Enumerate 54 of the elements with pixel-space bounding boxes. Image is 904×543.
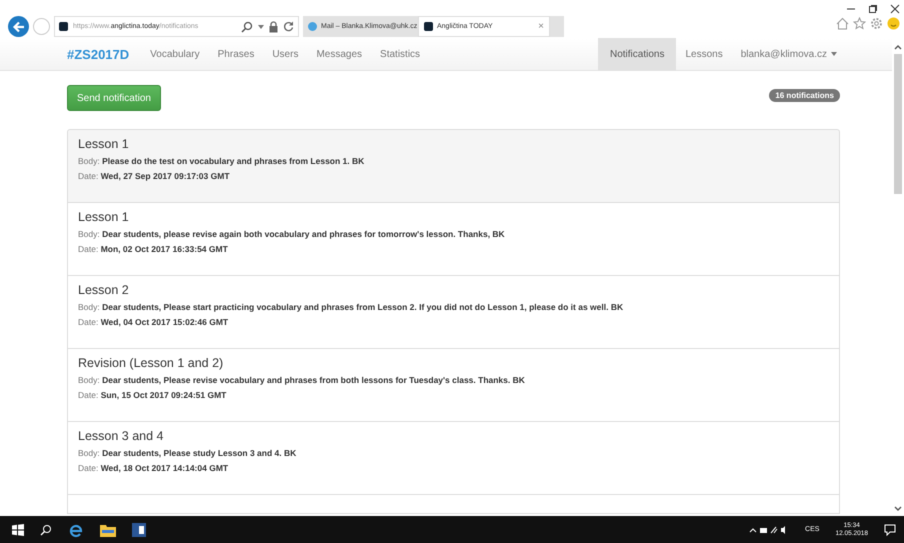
user-menu[interactable]: blanka@klimova.cz bbox=[732, 38, 846, 70]
notification-item[interactable]: Lesson 2 Body: Dear students, Please start practicing vocabulary and phrases from Lesson 2. If you did not do Lesson 1, please do it as well. BK Date: Wed, 04 Oct 2017 15:02:46 GMT bbox=[67, 275, 840, 349]
nav-link[interactable]: Statistics bbox=[371, 38, 430, 70]
restore-icon[interactable] bbox=[868, 4, 878, 14]
notification-title: Revision (Lesson 1 and 2) bbox=[78, 356, 224, 370]
refresh-icon[interactable] bbox=[283, 21, 294, 32]
notification-body: Body: Dear students, Please study Lesson 3 and 4. BK bbox=[78, 448, 298, 458]
notification-date: Date: Mon, 02 Oct 2017 16:33:54 GMT bbox=[78, 244, 229, 254]
notification-body: Body: Please do the test on vocabulary and phrases from Lesson 1. BK bbox=[78, 156, 366, 166]
star-icon[interactable] bbox=[853, 17, 866, 30]
dropdown-caret-icon[interactable] bbox=[258, 24, 264, 28]
search-icon[interactable] bbox=[241, 20, 253, 32]
send-notification-button[interactable]: Send notification bbox=[67, 85, 161, 111]
nav-link[interactable]: Users bbox=[263, 38, 308, 70]
back-arrow-icon bbox=[12, 20, 26, 34]
close-tab-icon[interactable]: × bbox=[538, 21, 544, 32]
mail-icon bbox=[308, 22, 317, 31]
notification-date: Date: Wed, 18 Oct 2017 14:14:04 GMT bbox=[78, 463, 230, 473]
notification-title: Lesson 1 bbox=[78, 137, 130, 151]
close-icon[interactable] bbox=[890, 4, 900, 14]
notification-count-badge: 16 notifications bbox=[769, 89, 840, 102]
scrollbar-thumb[interactable] bbox=[894, 54, 902, 194]
search-icon[interactable] bbox=[40, 524, 52, 536]
notification-date: Date: Wed, 04 Oct 2017 15:02:46 GMT bbox=[78, 317, 230, 327]
scroll-down-icon[interactable] bbox=[894, 506, 902, 512]
document-app-icon[interactable] bbox=[132, 522, 146, 536]
notification-body: Body: Dear students, Please start practicing vocabulary and phrases from Lesson 2. If you did not do Lesson 1, please do it as well. BK bbox=[78, 302, 624, 312]
notification-item[interactable]: Revision (Lesson 1 and 2) Body: Dear students, Please revise vocabulary and phrases from both lessons for Tuesday's class. Thanks. BK Date: Sun, 15 Oct 2017 09:24:51 GMT bbox=[67, 348, 840, 422]
notification-item[interactable]: Lesson 1 Body: Please do the test on vocabulary and phrases from Lesson 1. BK Date: Wed, 27 Sep 2017 09:17:03 GMT bbox=[67, 129, 840, 203]
notification-title: Lesson 2 bbox=[78, 283, 130, 297]
start-icon[interactable] bbox=[12, 524, 24, 536]
site-icon bbox=[59, 22, 68, 31]
nav-link[interactable]: Messages bbox=[307, 38, 372, 70]
notification-date: Date: Wed, 27 Sep 2017 09:17:03 GMT bbox=[78, 171, 231, 181]
nav-link[interactable]: Phrases bbox=[208, 38, 264, 70]
notification-date: Date: Sun, 15 Oct 2017 09:24:51 GMT bbox=[78, 390, 228, 400]
nav-link[interactable]: Vocabulary bbox=[141, 38, 209, 70]
notification-title: Lesson 1 bbox=[78, 210, 130, 224]
notification-center-icon[interactable] bbox=[884, 524, 896, 536]
nav-link[interactable]: Notifications bbox=[598, 38, 676, 70]
lock-icon bbox=[269, 20, 278, 32]
smiley-icon[interactable] bbox=[887, 17, 900, 30]
scroll-up-icon[interactable] bbox=[894, 44, 902, 50]
brand-link[interactable]: #ZS2017D bbox=[67, 38, 130, 70]
back-button[interactable] bbox=[8, 16, 29, 37]
notification-body: Body: Dear students, Please revise vocabulary and phrases from both lessons for Tuesday's class. Thanks. BK bbox=[78, 375, 526, 385]
folder-icon[interactable] bbox=[100, 522, 116, 536]
notification-item[interactable]: Lesson 3 and 4 Body: Dear students, Please study Lesson 3 and 4. BK Date: Wed, 18 Oct 2017 14:14:04 GMT bbox=[67, 421, 840, 495]
notification-body: Body: Dear students, please revise again both vocabulary and phrases for tomorrow's lesson. Thanks, BK bbox=[78, 229, 506, 239]
notification-item[interactable]: Lesson 1 Body: Dear students, please revise again both vocabulary and phrases for tomorrow's lesson. Thanks, BK Date: Mon, 02 Oct 2017 16:33:54 GMT bbox=[67, 202, 840, 276]
dropdown-caret-icon bbox=[831, 52, 837, 56]
site-icon bbox=[424, 22, 433, 31]
notification-title: Lesson 3 and 4 bbox=[78, 429, 164, 443]
nav-link[interactable]: Lessons bbox=[676, 38, 732, 70]
